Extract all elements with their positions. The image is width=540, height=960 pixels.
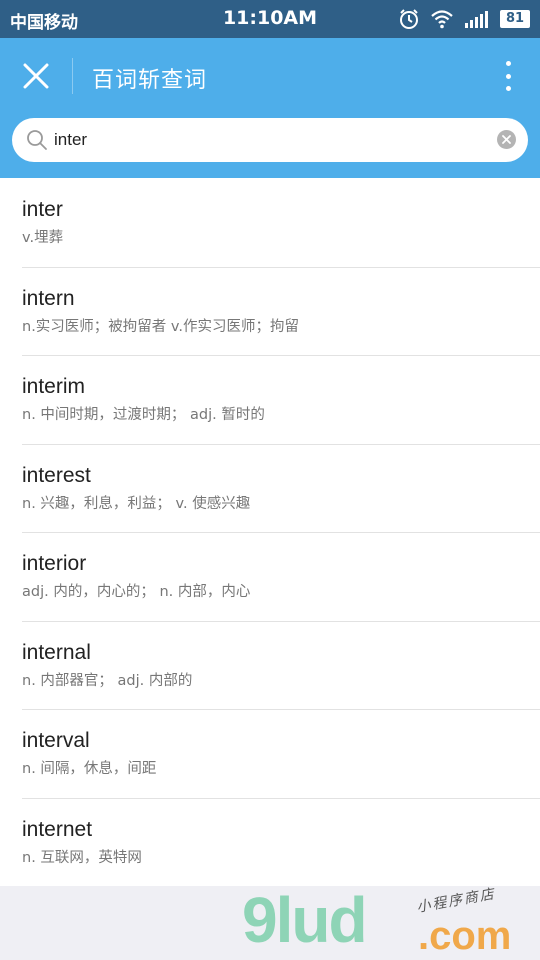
result-meaning: n. 间隔，休息，间距 [22, 761, 157, 777]
close-button[interactable] [16, 56, 56, 96]
result-word: internet [22, 817, 93, 841]
status-icons: 81 [398, 8, 530, 30]
search-icon [27, 130, 47, 150]
page-title: 百词斩查词 [92, 68, 208, 93]
search-box[interactable] [12, 118, 528, 162]
result-word: interval [22, 729, 90, 752]
result-meaning: adj. 内的，内心的； n. 内部，内心 [22, 584, 251, 600]
result-item-intern[interactable]: intern n.实习医师；被拘留者 v.作实习医师；拘留 [0, 266, 540, 356]
app-header: 百词斩查词 [0, 38, 540, 114]
result-item-interim[interactable]: interim n. 中间时期，过渡时期； adj. 暂时的 [0, 355, 540, 444]
result-meaning: n. 内部器官； adj. 内部的 [22, 672, 193, 689]
result-word: interim [22, 375, 86, 398]
signal-icon [465, 11, 488, 28]
result-word: inter [22, 198, 63, 221]
search-input[interactable] [54, 118, 494, 162]
watermark: 9lud 小程序商店 .com [240, 880, 540, 960]
close-icon [23, 63, 49, 89]
result-item-internet[interactable]: internet n. 互联网，英特网 [0, 797, 540, 887]
status-bar: 中国移动 11:10AM 81 [0, 0, 540, 38]
clear-icon [502, 135, 511, 144]
battery-icon: 81 [500, 10, 530, 28]
result-meaning: n. 中间时期，过渡时期； adj. 暂时的 [22, 407, 265, 423]
result-meaning: v.埋葬 [22, 230, 64, 246]
result-item-interior[interactable]: interior adj. 内的，内心的； n. 内部，内心 [0, 532, 540, 621]
result-item-inter[interactable]: inter v.埋葬 [0, 178, 540, 267]
alarm-icon [400, 9, 418, 29]
header-divider [72, 58, 73, 94]
watermark-logo: 9lud [242, 884, 368, 956]
watermark-domain: .com [418, 914, 512, 958]
more-vertical-icon [505, 61, 511, 66]
watermark-script: 小程序商店 [415, 886, 497, 916]
result-meaning: n. 互联网，英特网 [22, 849, 142, 866]
search-bar [0, 114, 540, 178]
result-item-internal[interactable]: internal n. 内部器官； adj. 内部的 [0, 620, 540, 710]
clear-search-button[interactable] [497, 130, 516, 149]
result-item-interval[interactable]: interval n. 间隔，休息，间距 [0, 709, 540, 798]
result-meaning: n.实习医师；被拘留者 v.作实习医师；拘留 [22, 318, 299, 335]
more-options-button[interactable] [498, 58, 518, 94]
result-word: interior [22, 552, 87, 575]
result-meaning: n. 兴趣，利息，利益； v. 使感兴趣 [22, 495, 251, 512]
result-word: interest [22, 463, 91, 487]
results-list: inter v.埋葬 intern n.实习医师；被拘留者 v.作实习医师；拘留… [0, 178, 540, 886]
result-item-interest[interactable]: interest n. 兴趣，利息，利益； v. 使感兴趣 [0, 443, 540, 533]
wifi-icon [431, 10, 453, 29]
result-word: internal [22, 640, 91, 664]
result-word: intern [22, 286, 75, 310]
